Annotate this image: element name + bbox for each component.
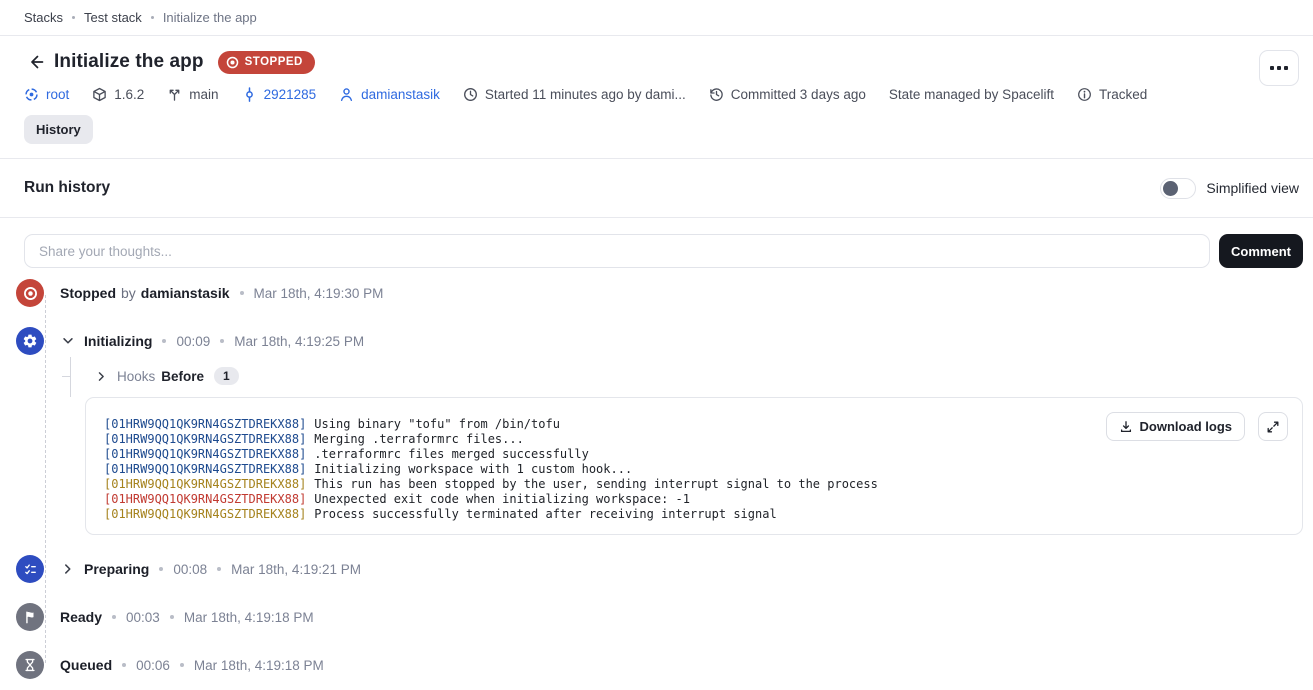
download-logs-button[interactable]: Download logs [1106,412,1245,441]
hooks-label: Hooks [117,369,155,384]
entry-state: Preparing [84,561,149,577]
entry-state: Ready [60,609,102,625]
chevron-right-icon [61,562,75,576]
meta-author-link[interactable]: damianstasik [339,87,440,102]
run-header: Initialize the app STOPPED root 1.6.2 [0,36,1313,159]
log-line: [01HRW9QQ1QK9RN4GSZTDREKX88]Initializing… [104,462,1284,477]
breadcrumb: Stacks Test stack Initialize the app [0,0,1313,36]
ellipsis-icon [1270,66,1274,70]
timeline-entry-initializing: Initializing 00:09 Mar 18th, 4:19:25 PM … [16,327,1303,535]
entry-state: Queued [60,657,112,673]
timeline-entry-preparing: Preparing 00:08 Mar 18th, 4:19:21 PM [16,555,1303,583]
entry-timestamp: Mar 18th, 4:19:30 PM [254,286,384,301]
log-panel: [01HRW9QQ1QK9RN4GSZTDREKX88]Using binary… [85,397,1303,535]
chevron-right-icon [95,370,108,383]
status-badge: STOPPED [218,51,315,74]
entry-timestamp: Mar 18th, 4:19:21 PM [231,562,361,577]
entry-author: damianstasik [141,285,230,301]
breadcrumb-separator [151,16,154,19]
hooks-before-row: Hooks Before 1 [93,363,1303,389]
comment-submit-button[interactable]: Comment [1219,234,1303,268]
entry-duration: 00:06 [136,658,170,673]
entry-state: Stopped [60,285,116,301]
page-title: Initialize the app [54,51,204,73]
branch-icon [167,87,182,102]
meta-commit-link[interactable]: 2921285 [242,87,317,102]
meta-state-managed: State managed by Spacelift [889,87,1054,102]
download-icon [1119,420,1133,434]
hook-connector-line [70,357,71,397]
entry-state: Initializing [84,333,152,349]
collapse-entry-button[interactable] [60,333,76,349]
stop-circle-icon [226,56,239,69]
user-icon [339,87,354,102]
toggle-knob [1163,181,1178,196]
entry-timestamp: Mar 18th, 4:19:25 PM [234,334,364,349]
gear-icon [16,327,44,355]
clock-icon [463,87,478,102]
stop-icon [16,279,44,307]
simplified-view-label: Simplified view [1206,180,1299,196]
meta-committed: Committed 3 days ago [709,87,866,102]
meta-version: 1.6.2 [92,87,144,102]
timeline-entry-queued: Queued 00:06 Mar 18th, 4:19:18 PM [16,651,1303,679]
arrow-left-icon [26,52,46,72]
entry-duration: 00:08 [173,562,207,577]
cube-icon [92,87,107,102]
log-line: [01HRW9QQ1QK9RN4GSZTDREKX88]This run has… [104,477,1284,492]
fullscreen-logs-button[interactable] [1258,412,1288,441]
more-actions-button[interactable] [1259,50,1299,86]
target-icon [24,87,39,102]
timeline-entry-ready: Ready 00:03 Mar 18th, 4:19:18 PM [16,603,1303,631]
entry-timestamp: Mar 18th, 4:19:18 PM [184,610,314,625]
hook-connector-tick [62,376,71,377]
tab-history[interactable]: History [24,115,93,144]
run-timeline: Stopped by damianstasik Mar 18th, 4:19:3… [16,279,1303,679]
breadcrumb-stacks[interactable]: Stacks [24,10,63,25]
chevron-down-icon [61,334,75,348]
run-history-bar: Run history Simplified view [0,159,1313,218]
meta-branch: main [167,87,218,102]
hooks-count-badge: 1 [214,367,239,385]
breadcrumb-current: Initialize the app [163,10,257,25]
comment-input[interactable] [24,234,1210,268]
expand-icon [1266,420,1280,434]
simplified-view-toggle[interactable] [1160,178,1196,199]
run-meta-row: root 1.6.2 main 2921285 [24,87,1299,102]
history-clock-icon [709,87,724,102]
meta-root-link[interactable]: root [24,87,69,102]
timeline-entry-stopped: Stopped by damianstasik Mar 18th, 4:19:3… [16,279,1303,307]
checklist-icon [16,555,44,583]
entry-timestamp: Mar 18th, 4:19:18 PM [194,658,324,673]
entry-duration: 00:09 [176,334,210,349]
log-line: [01HRW9QQ1QK9RN4GSZTDREKX88]Unexpected e… [104,492,1284,507]
entry-duration: 00:03 [126,610,160,625]
expand-entry-button[interactable] [60,561,76,577]
back-button[interactable] [24,50,48,74]
commit-icon [242,87,257,102]
hourglass-icon [16,651,44,679]
log-line: [01HRW9QQ1QK9RN4GSZTDREKX88].terraformrc… [104,447,1284,462]
flag-icon [16,603,44,631]
hooks-phase: Before [161,369,204,384]
info-icon [1077,87,1092,102]
expand-hooks-button[interactable] [93,368,109,384]
meta-tracked: Tracked [1077,87,1147,102]
section-title: Run history [24,179,110,197]
breadcrumb-separator [72,16,75,19]
log-line: [01HRW9QQ1QK9RN4GSZTDREKX88]Process succ… [104,507,1284,522]
breadcrumb-test-stack[interactable]: Test stack [84,10,142,25]
meta-started: Started 11 minutes ago by dami... [463,87,686,102]
